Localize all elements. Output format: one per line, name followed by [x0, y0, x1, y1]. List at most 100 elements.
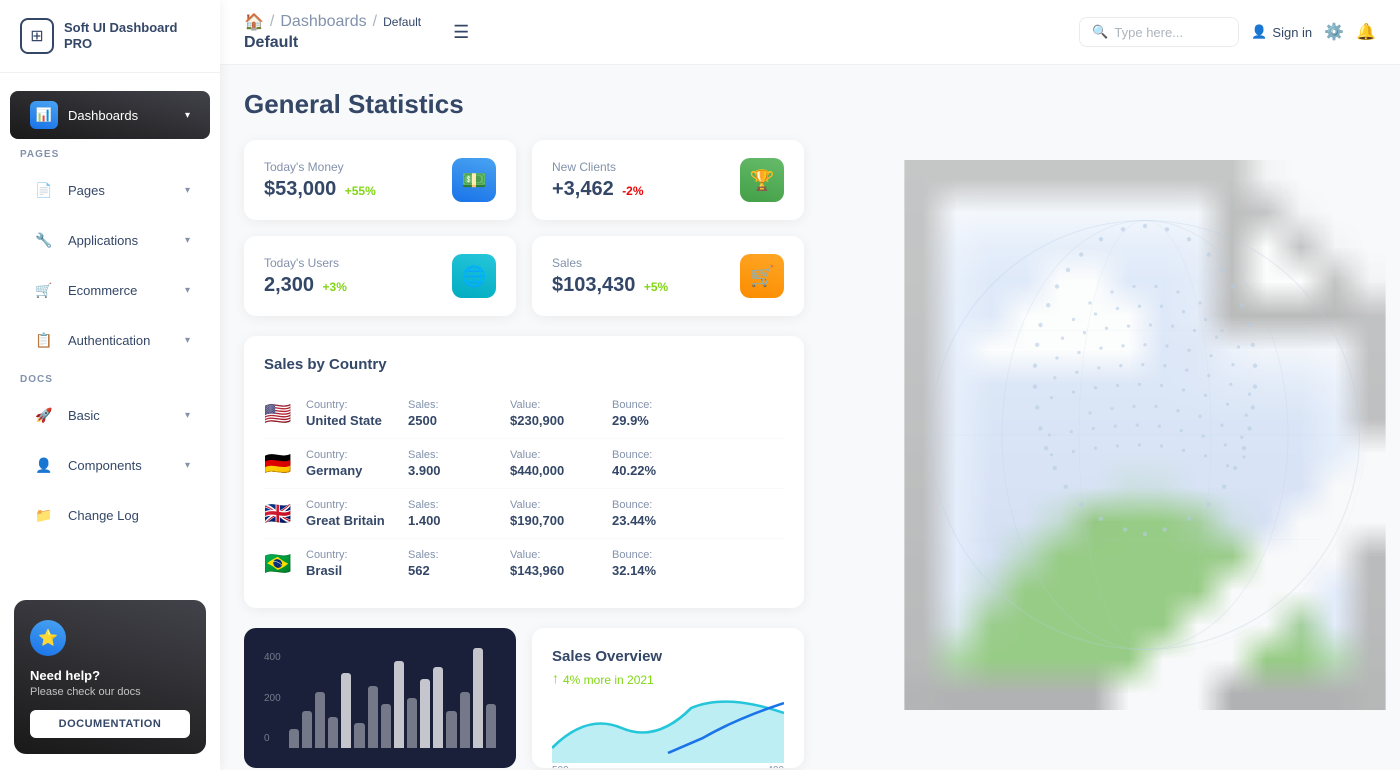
flag-us: 🇺🇸	[264, 401, 294, 427]
components-icon: 👤	[30, 451, 58, 479]
sidebar-item-basic[interactable]: 🚀 Basic ▾	[10, 391, 210, 439]
value-amount: $440,000	[510, 463, 600, 478]
y-label-400: 400	[264, 652, 281, 663]
stat-info: Today's Money $53,000 +55%	[264, 160, 376, 201]
search-icon: 🔍	[1092, 24, 1108, 40]
flag-de: 🇩🇪	[264, 451, 294, 477]
sidebar-item-applications[interactable]: 🔧 Applications ▾	[10, 216, 210, 264]
sales-value: 3.900	[408, 463, 498, 478]
overview-subtitle: 4% more in 2021	[563, 673, 654, 687]
bottom-charts: 400 200 0 Sales Overview ↑ 4% more in 20…	[244, 628, 804, 768]
sales-country-title: Sales by Country	[264, 356, 784, 373]
money-icon: 💵	[452, 158, 496, 202]
pages-section-label: PAGES	[0, 141, 220, 164]
bounce-rate: 29.9%	[612, 413, 702, 428]
bar	[473, 648, 483, 748]
sales-overview-card: Sales Overview ↑ 4% more in 2021	[532, 628, 804, 768]
bar	[381, 704, 391, 748]
changelog-icon: 📁	[30, 501, 58, 529]
sidebar-item-label: Authentication	[68, 333, 150, 348]
chevron-down-icon: ▾	[185, 110, 190, 121]
user-icon: 👤	[1251, 24, 1267, 40]
globe-decoration	[870, 145, 1400, 725]
bar-chart-card: 400 200 0	[244, 628, 516, 768]
value-amount: $230,900	[510, 413, 600, 428]
search-placeholder: Type here...	[1114, 25, 1183, 40]
notifications-icon[interactable]: 🔔	[1356, 22, 1376, 42]
country-row: 🇬🇧 Country: Great Britain Sales: 1.400 V…	[264, 489, 784, 539]
bar	[302, 711, 312, 749]
sidebar-item-authentication[interactable]: 📋 Authentication ▾	[10, 316, 210, 364]
bar	[341, 673, 351, 748]
flag-gb: 🇬🇧	[264, 501, 294, 527]
help-icon: ⭐	[30, 620, 66, 656]
bar-chart	[289, 648, 496, 748]
sign-in-button[interactable]: 👤 Sign in	[1251, 24, 1312, 40]
stat-card-clients: New Clients +3,462 -2% 🏆	[532, 140, 804, 220]
pages-icon: 📄	[30, 176, 58, 204]
sidebar-logo: ⊞ Soft UI Dashboard PRO	[0, 0, 220, 73]
sales-value: 1.400	[408, 513, 498, 528]
header-right: 🔍 Type here... 👤 Sign in ⚙️ 🔔	[1079, 17, 1376, 47]
sidebar: ⊞ Soft UI Dashboard PRO 📊 Dashboards ▾ P…	[0, 0, 220, 770]
stat-change: -2%	[622, 184, 643, 198]
ecommerce-icon: 🛒	[30, 276, 58, 304]
country-row: 🇧🇷 Country: Brasil Sales: 562 Value: $14…	[264, 539, 784, 588]
main-content: 🏠 / Dashboards / Default Default ☰ 🔍 Typ…	[220, 0, 1400, 770]
sidebar-item-label: Dashboards	[68, 108, 138, 123]
applications-icon: 🔧	[30, 226, 58, 254]
settings-icon[interactable]: ⚙️	[1324, 22, 1344, 42]
y-label-400: 400	[767, 765, 784, 768]
stat-value: $53,000	[264, 178, 336, 200]
stat-label: Today's Money	[264, 160, 376, 174]
header: 🏠 / Dashboards / Default Default ☰ 🔍 Typ…	[220, 0, 1400, 65]
help-title: Need help?	[30, 668, 190, 683]
chevron-down-icon: ▾	[185, 235, 190, 246]
authentication-icon: 📋	[30, 326, 58, 354]
bar	[407, 698, 417, 748]
search-box[interactable]: 🔍 Type here...	[1079, 17, 1239, 47]
stat-info: Sales $103,430 +5%	[552, 256, 668, 297]
sidebar-item-label: Basic	[68, 408, 100, 423]
country-name: United State	[306, 413, 396, 428]
content-area: General Statistics Today's Money $53,000…	[220, 65, 1400, 770]
bounce-rate: 23.44%	[612, 513, 702, 528]
y-label-0: 0	[264, 733, 281, 744]
y-label-500: 500	[552, 765, 569, 768]
stat-label: New Clients	[552, 160, 644, 174]
country-row: 🇩🇪 Country: Germany Sales: 3.900 Value: …	[264, 439, 784, 489]
docs-section-label: DOCS	[0, 366, 220, 389]
sidebar-item-ecommerce[interactable]: 🛒 Ecommerce ▾	[10, 266, 210, 314]
dashboards-icon: 📊	[30, 101, 58, 129]
logo-icon: ⊞	[20, 18, 54, 54]
bar	[315, 692, 325, 748]
users-icon: 🌐	[452, 254, 496, 298]
chevron-down-icon: ▾	[185, 285, 190, 296]
stat-value: 2,300	[264, 274, 314, 296]
dashboards-breadcrumb[interactable]: Dashboards	[280, 13, 366, 31]
country-name: Germany	[306, 463, 396, 478]
documentation-button[interactable]: DOCUMENTATION	[30, 710, 190, 738]
bar	[368, 686, 378, 749]
stat-change: +3%	[323, 280, 347, 294]
bar	[394, 661, 404, 749]
sidebar-nav: 📊 Dashboards ▾ PAGES 📄 Pages ▾ 🔧 Applica…	[0, 73, 220, 584]
sidebar-item-label: Ecommerce	[68, 283, 137, 298]
flag-br: 🇧🇷	[264, 551, 294, 577]
help-panel: ⭐ Need help? Please check our docs DOCUM…	[14, 600, 206, 754]
bar	[354, 723, 364, 748]
sidebar-item-pages[interactable]: 📄 Pages ▾	[10, 166, 210, 214]
sidebar-item-label: Components	[68, 458, 142, 473]
bar	[328, 717, 338, 748]
overview-chart	[552, 693, 784, 763]
home-breadcrumb[interactable]: 🏠	[244, 12, 264, 32]
sales-value: 562	[408, 563, 498, 578]
sidebar-item-changelog[interactable]: 📁 Change Log	[10, 491, 210, 539]
value-amount: $190,700	[510, 513, 600, 528]
hamburger-icon[interactable]: ☰	[453, 22, 469, 43]
chevron-down-icon: ▾	[185, 335, 190, 346]
sidebar-item-dashboards[interactable]: 📊 Dashboards ▾	[10, 91, 210, 139]
sidebar-item-components[interactable]: 👤 Components ▾	[10, 441, 210, 489]
sales-by-country: Sales by Country 🇺🇸 Country: United Stat…	[244, 336, 804, 608]
bar	[486, 704, 496, 748]
